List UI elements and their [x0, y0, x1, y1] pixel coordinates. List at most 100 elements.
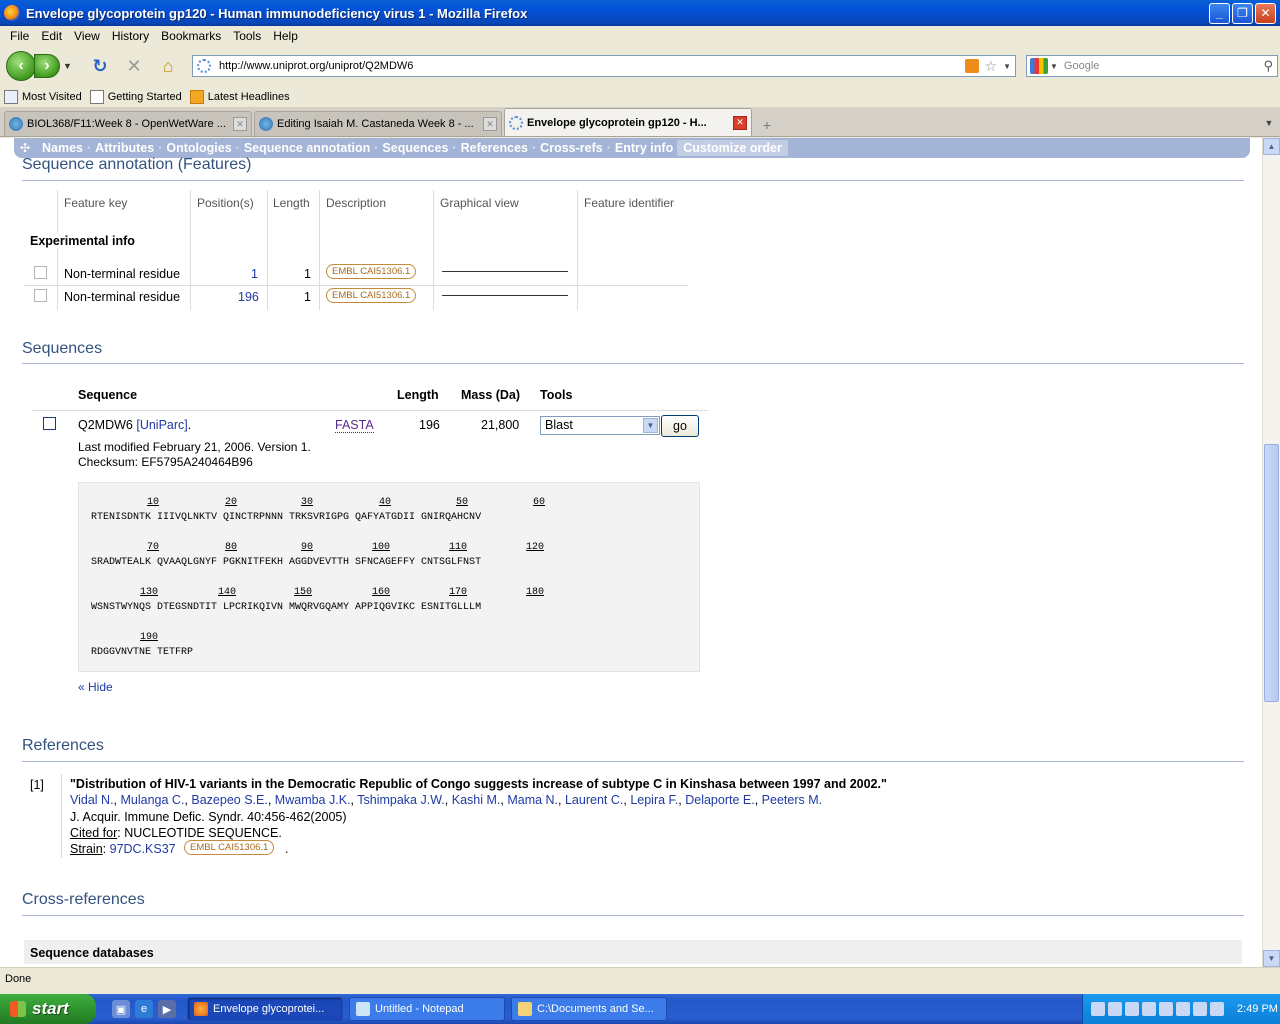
taskbar-clock[interactable]: 2:49 PM	[1237, 1003, 1278, 1015]
author-link[interactable]: Vidal N.	[70, 793, 114, 807]
nav-names[interactable]: Names	[42, 141, 83, 155]
power-icon[interactable]	[1210, 1002, 1224, 1016]
taskbar-item-explorer[interactable]: C:\Documents and Se...	[511, 997, 667, 1021]
col-positions[interactable]: Position(s)	[197, 196, 254, 210]
search-engine-dropdown-icon[interactable]: ▼	[1050, 62, 1058, 71]
back-button[interactable]: ‹	[6, 51, 36, 81]
menu-tools[interactable]: Tools	[227, 29, 267, 43]
tab-editing-week8[interactable]: Editing Isaiah M. Castaneda Week 8 - ...…	[254, 111, 502, 136]
tab-close-icon[interactable]: ✕	[233, 117, 247, 131]
nav-sequences[interactable]: Sequences	[382, 141, 448, 155]
tab-close-icon[interactable]: ✕	[483, 117, 497, 131]
fasta-link[interactable]: FASTA	[335, 418, 374, 433]
security-icon[interactable]	[1108, 1002, 1122, 1016]
uniparc-link[interactable]: [UniParc]	[136, 418, 187, 432]
feature-row-checkbox[interactable]	[34, 289, 47, 302]
hide-sequence-link[interactable]: « Hide	[78, 680, 113, 694]
col-description[interactable]: Description	[326, 196, 386, 210]
graphical-view-bar	[442, 271, 568, 272]
vertical-scrollbar[interactable]: ▲ ▼	[1262, 138, 1280, 967]
url-text[interactable]: http://www.uniprot.org/uniprot/Q2MDW6	[219, 60, 965, 72]
tab-openwetware[interactable]: BIOL368/F11:Week 8 - OpenWetWare ... ✕	[4, 111, 252, 136]
feature-row-checkbox[interactable]	[34, 266, 47, 279]
author-link[interactable]: Peeters M.	[762, 793, 822, 807]
tools-select[interactable]: Blast ▼	[540, 416, 660, 435]
url-dropdown-icon[interactable]: ▼	[1003, 62, 1011, 71]
scroll-up-icon[interactable]: ▲	[1263, 138, 1280, 155]
menu-help[interactable]: Help	[267, 29, 304, 43]
col-feature-identifier[interactable]: Feature identifier	[584, 196, 674, 210]
nav-cross-refs[interactable]: Cross-refs	[540, 141, 603, 155]
author-link[interactable]: Mama N.	[507, 793, 558, 807]
minimize-button[interactable]: _	[1209, 2, 1230, 24]
volume-icon[interactable]	[1193, 1002, 1207, 1016]
nav-sequence-annotation[interactable]: Sequence annotation	[244, 141, 370, 155]
nav-entry-info[interactable]: Entry info	[615, 141, 673, 155]
sequence-checkbox[interactable]	[43, 417, 56, 430]
col-length[interactable]: Length	[273, 196, 310, 210]
author-link[interactable]: Delaporte E.	[685, 793, 754, 807]
nav-ontologies[interactable]: Ontologies	[166, 141, 231, 155]
tab-list-dropdown-icon[interactable]: ▼	[1262, 113, 1276, 133]
chevron-down-icon[interactable]: ▼	[643, 418, 658, 433]
tab-uniprot[interactable]: Envelope glycoprotein gp120 - H... ✕	[504, 108, 752, 136]
bookmark-latest-headlines[interactable]: Latest Headlines	[189, 89, 290, 104]
bookmark-star-icon[interactable]: ☆	[985, 58, 998, 75]
evidence-badge[interactable]: EMBL CAI51306.1	[326, 288, 417, 303]
home-icon[interactable]: ⌂	[156, 54, 180, 78]
strain-link[interactable]: 97DC.KS37	[110, 842, 176, 856]
go-button[interactable]: go	[661, 415, 699, 437]
col-feature-key[interactable]: Feature key	[64, 196, 127, 210]
ie-icon[interactable]: e	[135, 1000, 153, 1018]
media-player-icon[interactable]: ▶	[158, 1000, 176, 1018]
new-tab-icon[interactable]: +	[754, 114, 780, 136]
nav-references[interactable]: References	[461, 141, 528, 155]
address-bar[interactable]: http://www.uniprot.org/uniprot/Q2MDW6 ☆ …	[192, 55, 1016, 77]
scroll-down-icon[interactable]: ▼	[1263, 950, 1280, 967]
menu-view[interactable]: View	[68, 29, 106, 43]
author-link[interactable]: Mwamba J.K.	[275, 793, 351, 807]
menu-bookmarks[interactable]: Bookmarks	[155, 29, 227, 43]
nav-attributes[interactable]: Attributes	[95, 141, 154, 155]
author-link[interactable]: Bazepeo S.E.	[191, 793, 267, 807]
bookmark-most-visited[interactable]: Most Visited	[4, 89, 82, 104]
network-icon[interactable]	[1091, 1002, 1105, 1016]
scroll-thumb[interactable]	[1264, 444, 1279, 702]
folder-icon[interactable]	[1176, 1002, 1190, 1016]
evidence-badge[interactable]: EMBL CAI51306.1	[326, 264, 417, 279]
author-link[interactable]: Tshimpaka J.W.	[357, 793, 445, 807]
update-icon[interactable]	[1125, 1002, 1139, 1016]
display-icon[interactable]	[1142, 1002, 1156, 1016]
forward-button[interactable]: ›	[34, 54, 60, 78]
feature-position-link[interactable]: 196	[238, 290, 259, 304]
reload-icon[interactable]: ↻	[88, 54, 112, 78]
close-button[interactable]: ✕	[1255, 2, 1276, 24]
author-link[interactable]: Kashi M.	[452, 793, 501, 807]
stop-icon[interactable]: ✕	[122, 54, 146, 78]
google-engine-icon[interactable]	[1030, 58, 1048, 74]
menu-history[interactable]: History	[106, 29, 155, 43]
maximize-button[interactable]: ❐	[1232, 2, 1253, 24]
taskbar-item-firefox[interactable]: Envelope glycoprotei...	[187, 997, 343, 1021]
evidence-badge[interactable]: EMBL CAI51306.1	[184, 840, 275, 855]
search-input[interactable]: Google	[1064, 60, 1264, 72]
bookmark-getting-started[interactable]: Getting Started	[89, 89, 182, 104]
history-dropdown-icon[interactable]: ▼	[63, 61, 72, 71]
shield-icon[interactable]	[1159, 1002, 1173, 1016]
author-link[interactable]: Mulanga C.	[121, 793, 185, 807]
tab-close-icon[interactable]: ✕	[733, 115, 747, 130]
col-graphical-view[interactable]: Graphical view	[440, 196, 519, 210]
rss-feed-icon[interactable]	[964, 59, 979, 73]
desktop-icon[interactable]: ▣	[112, 1000, 130, 1018]
author-link[interactable]: Laurent C.	[565, 793, 623, 807]
feature-position-link[interactable]: 1	[251, 267, 258, 281]
nav-customize-order[interactable]: Customize order	[677, 140, 788, 156]
menu-edit[interactable]: Edit	[35, 29, 68, 43]
search-icon[interactable]: ⚲	[1263, 58, 1273, 74]
author-link[interactable]: Lepira F.	[630, 793, 678, 807]
references-heading: References	[22, 737, 104, 754]
taskbar-item-notepad[interactable]: Untitled - Notepad	[349, 997, 505, 1021]
menu-file[interactable]: File	[4, 29, 35, 43]
start-button[interactable]: start	[0, 994, 96, 1024]
search-box[interactable]: ▼ Google ⚲	[1026, 55, 1278, 77]
